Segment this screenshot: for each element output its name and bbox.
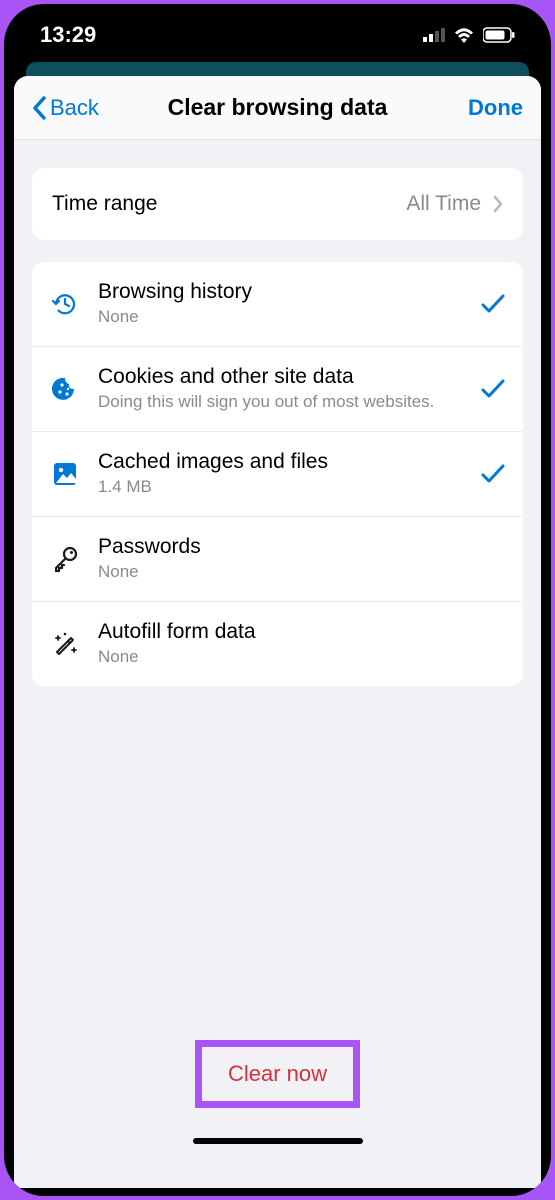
- time-range-value: All Time: [406, 192, 503, 216]
- nav-bar: Back Clear browsing data Done: [14, 76, 541, 140]
- option-text: Passwords None: [98, 535, 463, 583]
- option-subtitle: None: [98, 561, 463, 583]
- option-subtitle: None: [98, 646, 463, 668]
- option-browsing-history[interactable]: Browsing history None: [32, 262, 523, 347]
- clear-now-highlight: Clear now: [195, 1040, 360, 1108]
- wand-icon: [48, 627, 82, 661]
- cellular-icon: [423, 28, 445, 42]
- chevron-right-icon: [493, 195, 503, 213]
- battery-icon: [483, 27, 515, 43]
- content: Time range All Time Browsing history Non…: [14, 140, 541, 686]
- checkmark-icon: [479, 378, 507, 400]
- option-passwords[interactable]: Passwords None: [32, 517, 523, 602]
- time-range-value-text: All Time: [406, 192, 481, 216]
- wifi-icon: [453, 27, 475, 43]
- back-button[interactable]: Back: [32, 95, 155, 121]
- option-subtitle: 1.4 MB: [98, 476, 463, 498]
- status-bar: 13:29: [4, 4, 551, 62]
- phone-frame: 13:29 Back Clear browsing data Done Time…: [4, 4, 551, 1196]
- cookie-icon: [48, 372, 82, 406]
- status-time: 13:29: [40, 22, 96, 48]
- time-range-label: Time range: [52, 192, 157, 216]
- option-title: Cookies and other site data: [98, 365, 463, 389]
- checkmark-icon: [479, 463, 507, 485]
- option-title: Cached images and files: [98, 450, 463, 474]
- time-range-row[interactable]: Time range All Time: [32, 168, 523, 240]
- option-text: Autofill form data None: [98, 620, 463, 668]
- background-card: [26, 62, 529, 76]
- chevron-left-icon: [32, 96, 46, 120]
- checkmark-icon: [479, 293, 507, 315]
- option-title: Passwords: [98, 535, 463, 559]
- option-text: Cookies and other site data Doing this w…: [98, 365, 463, 413]
- options-list: Browsing history None Cookies and other …: [32, 262, 523, 686]
- option-title: Autofill form data: [98, 620, 463, 644]
- done-button[interactable]: Done: [400, 95, 523, 121]
- settings-sheet: Back Clear browsing data Done Time range…: [14, 76, 541, 1188]
- option-subtitle: Doing this will sign you out of most web…: [98, 391, 463, 413]
- option-text: Browsing history None: [98, 280, 463, 328]
- option-title: Browsing history: [98, 280, 463, 304]
- option-cached[interactable]: Cached images and files 1.4 MB: [32, 432, 523, 517]
- page-title: Clear browsing data: [155, 94, 401, 121]
- key-icon: [48, 542, 82, 576]
- clear-now-button[interactable]: Clear now: [228, 1061, 327, 1087]
- status-icons: [423, 27, 515, 43]
- footer: Clear now: [14, 1018, 541, 1188]
- option-cookies[interactable]: Cookies and other site data Doing this w…: [32, 347, 523, 432]
- history-icon: [48, 287, 82, 321]
- option-subtitle: None: [98, 306, 463, 328]
- image-icon: [48, 457, 82, 491]
- home-indicator[interactable]: [193, 1138, 363, 1144]
- option-text: Cached images and files 1.4 MB: [98, 450, 463, 498]
- back-label: Back: [50, 95, 99, 121]
- option-autofill[interactable]: Autofill form data None: [32, 602, 523, 686]
